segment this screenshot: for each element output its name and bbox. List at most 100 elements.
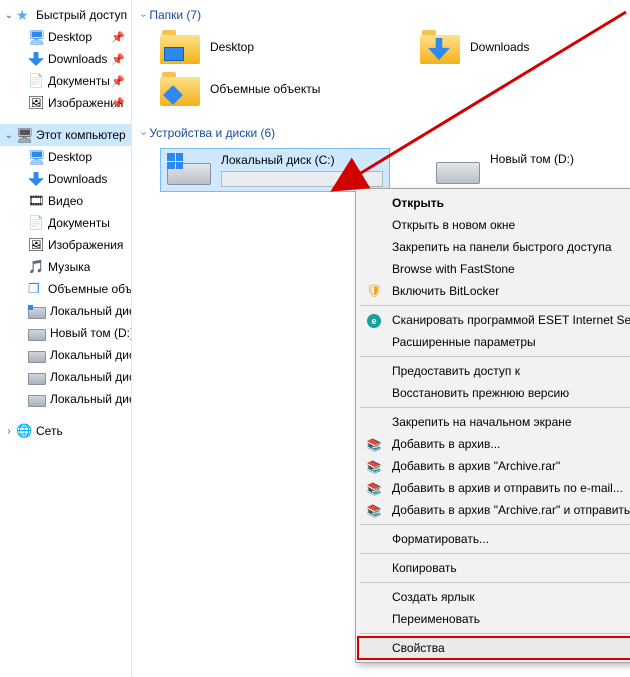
folder-item[interactable]: Downloads [420,30,620,64]
menu-separator [360,407,630,408]
menu-item[interactable]: Закрепить на панели быстрого доступа [358,236,630,258]
group-header-folders[interactable]: › Папки (7) [142,8,620,22]
nav-label: Desktop [48,150,92,164]
nav-item[interactable]: Downloads 📌 [0,48,131,70]
menu-label: Закрепить на панели быстрого доступа [392,240,612,254]
nav-item[interactable]: Документы📌 [0,70,131,92]
menu-label: Открыть в новом окне [392,218,515,232]
video-icon [28,193,44,209]
group-title: Папки (7) [149,8,201,22]
shield-icon [364,283,384,299]
disk-windows-icon [28,307,46,319]
archive-icon [364,503,384,518]
nav-item[interactable]: Документы [0,212,131,234]
menu-separator [360,553,630,554]
menu-item[interactable]: Переименовать [358,608,630,630]
menu-separator [360,524,630,525]
menu-label: Добавить в архив и отправить по e-mail..… [392,481,623,495]
menu-item[interactable]: Восстановить прежнюю версию [358,382,630,404]
menu-item[interactable]: Форматировать... [358,528,630,550]
menu-label: Предоставить доступ к [392,364,520,378]
download-icon [28,52,44,66]
chevron-down-icon: ⌄ [4,130,14,141]
menu-label: Сканировать программой ESET Internet Sec… [392,313,630,327]
menu-item[interactable]: Свойства [358,637,630,659]
menu-item[interactable]: Открыть [358,192,630,214]
drive-item[interactable]: Новый том (D:) [430,148,580,188]
menu-item[interactable]: Добавить в архив "Archive.rar" и отправи… [358,499,630,521]
menu-item[interactable]: eСканировать программой ESET Internet Se… [358,309,630,331]
nav-network[interactable]: › Сеть [0,420,131,442]
menu-separator [360,356,630,357]
menu-item[interactable]: Копировать [358,557,630,579]
nav-item[interactable]: Музыка [0,256,131,278]
menu-label: Открыть [392,196,444,210]
nav-item[interactable]: Изображения📌 [0,92,131,114]
drive-icon [436,152,480,184]
folder-item[interactable]: Desktop [160,30,360,64]
monitor-icon [28,29,44,45]
nav-item[interactable]: Downloads [0,168,131,190]
archive-icon [364,459,384,474]
menu-item[interactable]: Закрепить на начальном экране [358,411,630,433]
menu-label: Включить BitLocker [392,284,499,298]
menu-label: Копировать [392,561,457,575]
menu-label: Расширенные параметры [392,335,536,349]
menu-label: Восстановить прежнюю версию [392,386,569,400]
menu-label: Добавить в архив... [392,437,500,451]
folder-icon [160,72,200,106]
menu-item[interactable]: Включить BitLocker [358,280,630,302]
menu-label: Свойства [392,641,445,655]
nav-label: Desktop [48,30,92,44]
archive-icon [364,481,384,496]
chevron-down-icon: › [138,131,149,134]
context-menu: Открыть Открыть в новом окне Закрепить на … [355,188,630,663]
folder-item[interactable]: Объемные объекты [160,72,360,106]
group-title: Устройства и диски (6) [149,126,275,140]
pin-icon: 📌 [111,97,125,110]
nav-label: Локальный диск (E:) [50,348,131,362]
document-icon [28,73,44,89]
drive-item[interactable]: Локальный диск (C:) [160,148,390,192]
nav-item[interactable]: Локальный диск (G:) [0,388,131,410]
pin-icon: 📌 [111,53,125,66]
nav-this-pc[interactable]: ⌄ Этот компьютер [0,124,131,146]
menu-item[interactable]: Добавить в архив "Archive.rar" [358,455,630,477]
nav-item[interactable]: Новый том (D:) [0,322,131,344]
nav-quick-access[interactable]: ⌄ Быстрый доступ [0,4,131,26]
menu-item[interactable]: Открыть в новом окне [358,214,630,236]
nav-item[interactable]: Локальный диск (E:) [0,344,131,366]
folder-label: Downloads [470,40,529,54]
menu-item[interactable]: Создать ярлык [358,586,630,608]
pin-icon: 📌 [111,31,125,44]
nav-item[interactable]: Desktop [0,146,131,168]
menu-item[interactable]: Browse with FastStone [358,258,630,280]
menu-label: Переименовать [392,612,480,626]
nav-item[interactable]: Desktop 📌 [0,26,131,48]
nav-item[interactable]: Объемные объекты [0,278,131,300]
nav-item[interactable]: Видео [0,190,131,212]
nav-item[interactable]: Локальный диск (C:) [0,300,131,322]
nav-label: Документы [48,74,110,88]
menu-label: Закрепить на начальном экране [392,415,572,429]
nav-label: Локальный диск (C:) [50,304,131,318]
picture-icon [28,237,44,253]
nav-label: Новый том (D:) [50,326,131,340]
monitor-icon [28,149,44,165]
document-icon [28,215,44,231]
menu-item[interactable]: Предоставить доступ к▶ [358,360,630,382]
nav-item[interactable]: Изображения [0,234,131,256]
nav-label: Downloads [48,52,107,66]
menu-item[interactable]: Расширенные параметры▶ [358,331,630,353]
nav-item[interactable]: Локальный диск (F:) [0,366,131,388]
menu-label: Создать ярлык [392,590,475,604]
menu-label: Форматировать... [392,532,489,546]
nav-label: Локальный диск (F:) [50,370,131,384]
group-header-drives[interactable]: › Устройства и диски (6) [142,126,620,140]
menu-item[interactable]: Добавить в архив и отправить по e-mail..… [358,477,630,499]
drive-usage-bar [221,171,383,187]
download-icon [28,172,44,186]
menu-separator [360,633,630,634]
menu-separator [360,305,630,306]
menu-item[interactable]: Добавить в архив... [358,433,630,455]
